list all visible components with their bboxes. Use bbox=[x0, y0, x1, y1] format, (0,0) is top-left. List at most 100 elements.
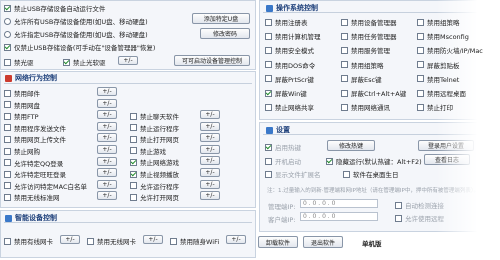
net-right-2-row[interactable]: 禁止打开网页 bbox=[130, 134, 179, 144]
net-right-5-row[interactable]: 禁止视频播放 bbox=[130, 169, 179, 179]
system-item-17-row[interactable]: 禁用远程桌面 bbox=[417, 88, 466, 98]
system-item-6-checkbox[interactable] bbox=[265, 46, 272, 54]
file-ext-checkbox[interactable] bbox=[265, 170, 272, 178]
system-item-3-checkbox[interactable] bbox=[265, 32, 272, 40]
net-right-5-checkbox[interactable] bbox=[130, 170, 137, 178]
net-right-6-plusminus-button[interactable]: +/- bbox=[200, 179, 220, 189]
file-ext-row[interactable]: 显示文件扩展名 bbox=[265, 169, 321, 179]
wifi-item-2-row[interactable]: 禁用随身WiFi bbox=[170, 236, 219, 246]
system-item-19-checkbox[interactable] bbox=[341, 103, 348, 111]
net-right-0-checkbox[interactable] bbox=[130, 112, 137, 120]
system-item-9-checkbox[interactable] bbox=[265, 61, 272, 69]
net-left-1-checkbox[interactable] bbox=[4, 101, 11, 109]
net-left-4-row[interactable]: 禁用网页上传文件 bbox=[4, 134, 66, 144]
net-left-1-row[interactable]: 禁用网盘 bbox=[4, 100, 40, 110]
net-left-6-checkbox[interactable] bbox=[4, 159, 11, 167]
system-item-4-row[interactable]: 禁用任务管理器 bbox=[341, 31, 397, 41]
system-item-16-checkbox[interactable] bbox=[341, 89, 348, 97]
wifi-item-2-plusminus-button[interactable]: +/- bbox=[226, 235, 246, 244]
system-item-13-row[interactable]: 屏蔽Esc键 bbox=[341, 74, 382, 84]
net-left-4-plusminus-button[interactable]: +/- bbox=[97, 133, 117, 143]
net-left-9-checkbox[interactable] bbox=[4, 193, 11, 201]
net-left-8-row[interactable]: 允许访问特定MAC白名单 bbox=[4, 181, 87, 191]
usb-option-2-radio[interactable] bbox=[4, 30, 11, 38]
net-left-6-row[interactable]: 允许特定QQ登录 bbox=[4, 158, 63, 168]
net-left-7-checkbox[interactable] bbox=[4, 170, 11, 178]
net-left-3-plusminus-button[interactable]: +/- bbox=[97, 121, 117, 131]
net-right-1-row[interactable]: 禁止运行程序 bbox=[130, 123, 179, 133]
net-right-3-row[interactable]: 禁止游戏 bbox=[130, 146, 166, 156]
net-right-7-checkbox[interactable] bbox=[130, 193, 137, 201]
net-left-0-checkbox[interactable] bbox=[4, 89, 11, 97]
add-usb-button[interactable]: 添加特定U盘 bbox=[192, 13, 250, 24]
net-right-2-plusminus-button[interactable]: +/- bbox=[200, 133, 220, 143]
remote-checkbox[interactable] bbox=[395, 214, 402, 222]
wifi-item-1-plusminus-button[interactable]: +/- bbox=[143, 235, 163, 244]
net-right-7-plusminus-button[interactable]: +/- bbox=[200, 191, 220, 201]
system-item-20-checkbox[interactable] bbox=[417, 103, 424, 111]
wifi-item-0-plusminus-button[interactable]: +/- bbox=[60, 235, 80, 244]
disable-floppy-row[interactable]: 禁止光软驱 bbox=[63, 57, 106, 67]
system-item-10-checkbox[interactable] bbox=[341, 61, 348, 69]
hidden-run-checkbox[interactable] bbox=[326, 157, 333, 165]
wifi-item-1-row[interactable]: 禁用无线网卡 bbox=[87, 236, 136, 246]
system-item-14-checkbox[interactable] bbox=[417, 75, 424, 83]
net-right-0-plusminus-button[interactable]: +/- bbox=[200, 110, 220, 119]
net-right-3-plusminus-button[interactable]: +/- bbox=[200, 144, 220, 154]
system-item-18-checkbox[interactable] bbox=[265, 103, 272, 111]
net-right-3-checkbox[interactable] bbox=[130, 147, 137, 155]
net-left-5-row[interactable]: 禁止网购 bbox=[4, 146, 40, 156]
system-item-11-checkbox[interactable] bbox=[417, 61, 424, 69]
system-item-19-row[interactable]: 禁用网络通讯 bbox=[341, 102, 390, 112]
boot-checkbox[interactable] bbox=[265, 157, 272, 165]
disable-cd-row[interactable]: 禁光驱 bbox=[4, 57, 34, 67]
system-item-11-row[interactable]: 屏蔽剪贴板 bbox=[417, 60, 460, 70]
system-item-7-checkbox[interactable] bbox=[341, 46, 348, 54]
floppy-plusminus-button[interactable]: +/- bbox=[118, 56, 138, 65]
wifi-item-2-checkbox[interactable] bbox=[170, 237, 177, 245]
system-item-2-row[interactable]: 禁用组策略 bbox=[417, 17, 460, 27]
net-left-7-plusminus-button[interactable]: +/- bbox=[97, 168, 117, 178]
exit-button[interactable]: 退出软件 bbox=[303, 236, 343, 248]
system-item-5-checkbox[interactable] bbox=[417, 32, 424, 40]
system-item-15-row[interactable]: 屏蔽Win键 bbox=[265, 88, 307, 98]
net-left-8-checkbox[interactable] bbox=[4, 182, 11, 190]
net-right-1-plusminus-button[interactable]: +/- bbox=[200, 121, 220, 131]
net-left-0-plusminus-button[interactable]: +/- bbox=[97, 87, 117, 96]
wifi-item-0-checkbox[interactable] bbox=[4, 237, 11, 245]
usb-option-2-row[interactable]: 允许指定USB存储设备使用(如U盘、移动硬盘) bbox=[4, 29, 148, 39]
change-password-button[interactable]: 修改密码 bbox=[200, 28, 250, 39]
system-item-4-checkbox[interactable] bbox=[341, 32, 348, 40]
net-right-0-row[interactable]: 禁止聊天软件 bbox=[130, 111, 179, 121]
change-hotkey-button[interactable]: 修改热键 bbox=[327, 140, 375, 151]
net-left-4-checkbox[interactable] bbox=[4, 135, 11, 143]
system-item-1-checkbox[interactable] bbox=[341, 18, 348, 26]
net-right-1-checkbox[interactable] bbox=[130, 124, 137, 132]
system-item-1-row[interactable]: 禁用设备管理器 bbox=[341, 17, 397, 27]
net-left-2-plusminus-button[interactable]: +/- bbox=[97, 110, 117, 120]
net-left-2-checkbox[interactable] bbox=[4, 112, 11, 120]
wifi-item-1-checkbox[interactable] bbox=[87, 237, 94, 245]
net-left-3-checkbox[interactable] bbox=[4, 124, 11, 132]
system-item-0-checkbox[interactable] bbox=[265, 18, 272, 26]
desktop-row[interactable]: 软件在桌面生日 bbox=[343, 169, 399, 179]
net-left-5-plusminus-button[interactable]: +/- bbox=[97, 145, 117, 154]
net-left-3-row[interactable]: 禁用程序发送文件 bbox=[4, 123, 66, 133]
system-item-7-row[interactable]: 禁用服务管理 bbox=[341, 45, 390, 55]
net-left-7-row[interactable]: 允许特定旺旺登录 bbox=[4, 169, 66, 179]
net-left-5-checkbox[interactable] bbox=[4, 147, 11, 155]
net-right-6-row[interactable]: 允许运行程序 bbox=[130, 181, 179, 191]
disable-cd-checkbox[interactable] bbox=[4, 58, 11, 66]
disable-floppy-checkbox[interactable] bbox=[63, 58, 70, 66]
net-right-4-row[interactable]: 禁止网络游戏 bbox=[130, 157, 179, 167]
system-item-17-checkbox[interactable] bbox=[417, 89, 424, 97]
system-item-3-row[interactable]: 禁用计算机管理 bbox=[265, 31, 321, 41]
system-item-15-checkbox[interactable] bbox=[265, 89, 272, 97]
system-item-18-row[interactable]: 禁止网络共享 bbox=[265, 102, 314, 112]
net-right-7-row[interactable]: 允许打开网页 bbox=[130, 192, 179, 202]
system-item-13-checkbox[interactable] bbox=[341, 75, 348, 83]
system-item-16-row[interactable]: 屏蔽Ctrl+Alt+A键 bbox=[341, 88, 406, 98]
usb-option-0-checkbox[interactable] bbox=[4, 4, 11, 12]
net-left-6-plusminus-button[interactable]: +/- bbox=[97, 156, 117, 166]
system-item-6-row[interactable]: 禁用安全模式 bbox=[265, 45, 314, 55]
